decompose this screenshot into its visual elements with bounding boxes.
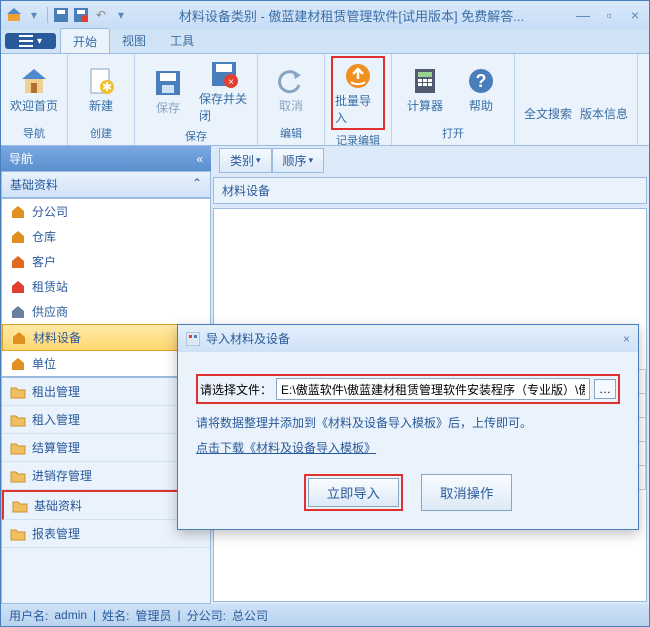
menubar: ▾ 开始 视图 工具 xyxy=(1,29,649,53)
cancel-icon xyxy=(275,65,307,97)
close-button[interactable]: × xyxy=(625,7,645,23)
sidebar-item-分公司[interactable]: 分公司 xyxy=(2,199,210,224)
ribbon-保存[interactable]: 保存 xyxy=(141,56,195,126)
dialog-close-button[interactable]: × xyxy=(623,332,630,346)
folder-icon xyxy=(10,385,26,399)
sidebar-item-租赁站[interactable]: 租赁站 xyxy=(2,274,210,299)
tab-view[interactable]: 视图 xyxy=(110,28,158,54)
ribbon-批量导入[interactable]: 批量导入 xyxy=(331,56,385,130)
chevron-up-icon: ⌃ xyxy=(192,176,202,193)
warehouse-icon xyxy=(10,229,26,245)
cancel-icon[interactable]: ↶ xyxy=(92,6,110,24)
file-input[interactable] xyxy=(276,378,590,400)
ribbon-tabs: 开始 视图 工具 xyxy=(60,28,206,54)
save-icon[interactable] xyxy=(52,6,70,24)
body: 导航 « 基础资料 ⌃ 分公司仓库客户租赁站供应商材料设备单位 租出管理租入管理… xyxy=(1,145,649,604)
svg-text:×: × xyxy=(228,77,234,88)
import-icon xyxy=(342,60,374,92)
titlebar: ▾ ↶ ▾ 材料设备类别 - 傲蓝建材租赁管理软件[试用版本] 免费解答... … xyxy=(1,1,649,29)
dialog-icon xyxy=(186,332,200,346)
statusbar: 用户名: admin | 姓名: 管理员 | 分公司: 总公司 xyxy=(1,604,649,626)
supplier-icon xyxy=(10,304,26,320)
folder-icon xyxy=(10,469,26,483)
ribbon-计算器[interactable]: 计算器 xyxy=(398,56,452,123)
save-close-icon: × xyxy=(208,58,240,90)
svg-text:✱: ✱ xyxy=(102,80,112,94)
template-download-link[interactable]: 点击下载《材料及设备导入模板》 xyxy=(196,441,376,455)
folder-icon xyxy=(12,499,28,513)
tab-start[interactable]: 开始 xyxy=(60,28,110,54)
info-icon xyxy=(588,73,620,105)
basic-data-header[interactable]: 基础资料 ⌃ xyxy=(1,171,211,198)
menu-icon xyxy=(19,35,33,47)
ribbon: 欢迎首页导航✱新建创建保存×保存并关闭保存取消编辑批量导入记录编辑计算器?帮助打… xyxy=(1,53,649,145)
quick-access-toolbar: ▾ ↶ ▾ xyxy=(5,6,130,24)
category-button[interactable]: 类别▾ xyxy=(219,148,272,173)
sidebar-item-客户[interactable]: 客户 xyxy=(2,249,210,274)
app-menu-button[interactable]: ▾ xyxy=(5,33,56,49)
sidebar-item-仓库[interactable]: 仓库 xyxy=(2,224,210,249)
chevron-down-icon[interactable]: ▾ xyxy=(25,6,43,24)
dialog-hint: 请将数据整理并添加到《材料及设备导入模板》后，上传即可。 xyxy=(196,414,620,431)
home-icon xyxy=(18,65,50,97)
content-header: 材料设备 xyxy=(213,177,647,204)
save-close-icon[interactable] xyxy=(72,6,90,24)
ribbon-取消[interactable]: 取消 xyxy=(264,56,318,123)
calc-icon xyxy=(409,65,441,97)
folder-icon xyxy=(10,527,26,541)
ribbon-全文搜索[interactable]: 全文搜索 xyxy=(521,56,575,139)
maximize-button[interactable]: ▫ xyxy=(599,7,619,23)
minimize-button[interactable]: — xyxy=(573,7,593,23)
order-button[interactable]: 顺序▾ xyxy=(272,148,325,173)
ribbon-欢迎首页[interactable]: 欢迎首页 xyxy=(7,56,61,123)
panel-label: 基础资料 xyxy=(10,176,58,193)
folder-icon xyxy=(10,413,26,427)
help-icon: ? xyxy=(465,65,497,97)
ribbon-保存并关闭[interactable]: ×保存并关闭 xyxy=(197,56,251,126)
search-icon xyxy=(532,73,564,105)
content-title: 材料设备 xyxy=(222,184,270,198)
file-label: 请选择文件： xyxy=(200,381,272,398)
cancel-import-button[interactable]: 取消操作 xyxy=(421,474,512,511)
ribbon-版本信息[interactable]: 版本信息 xyxy=(577,56,631,139)
station-icon xyxy=(10,279,26,295)
customer-icon xyxy=(10,254,26,270)
ribbon-帮助[interactable]: ?帮助 xyxy=(454,56,508,123)
new-icon: ✱ xyxy=(85,65,117,97)
svg-text:?: ? xyxy=(476,71,487,91)
import-dialog: 导入材料及设备 × 请选择文件： … 请将数据整理并添加到《材料及设备导入模板》… xyxy=(177,324,639,530)
unit-icon xyxy=(10,356,26,372)
browse-button[interactable]: … xyxy=(594,379,616,399)
building-icon xyxy=(10,204,26,220)
folder-icon xyxy=(10,441,26,455)
import-now-button[interactable]: 立即导入 xyxy=(308,478,399,507)
home-icon[interactable] xyxy=(5,6,23,24)
window-title: 材料设备类别 - 傲蓝建材租赁管理软件[试用版本] 免费解答... xyxy=(130,6,573,25)
chevron-down-icon[interactable]: ▾ xyxy=(112,6,130,24)
material-icon xyxy=(11,330,27,346)
collapse-icon[interactable]: « xyxy=(196,152,203,166)
nav-header: 导航 « xyxy=(1,146,211,171)
dialog-titlebar: 导入材料及设备 × xyxy=(178,325,638,352)
sidebar-item-供应商[interactable]: 供应商 xyxy=(2,299,210,324)
app-window: ▾ ↶ ▾ 材料设备类别 - 傲蓝建材租赁管理软件[试用版本] 免费解答... … xyxy=(0,0,650,627)
nav-header-label: 导航 xyxy=(9,150,33,167)
ribbon-新建[interactable]: ✱新建 xyxy=(74,56,128,123)
file-row: 请选择文件： … xyxy=(196,374,620,404)
tab-tools[interactable]: 工具 xyxy=(158,28,206,54)
dialog-title: 导入材料及设备 xyxy=(206,330,290,347)
category-bar: 类别▾ 顺序▾ xyxy=(211,146,649,175)
save-icon xyxy=(152,67,184,99)
